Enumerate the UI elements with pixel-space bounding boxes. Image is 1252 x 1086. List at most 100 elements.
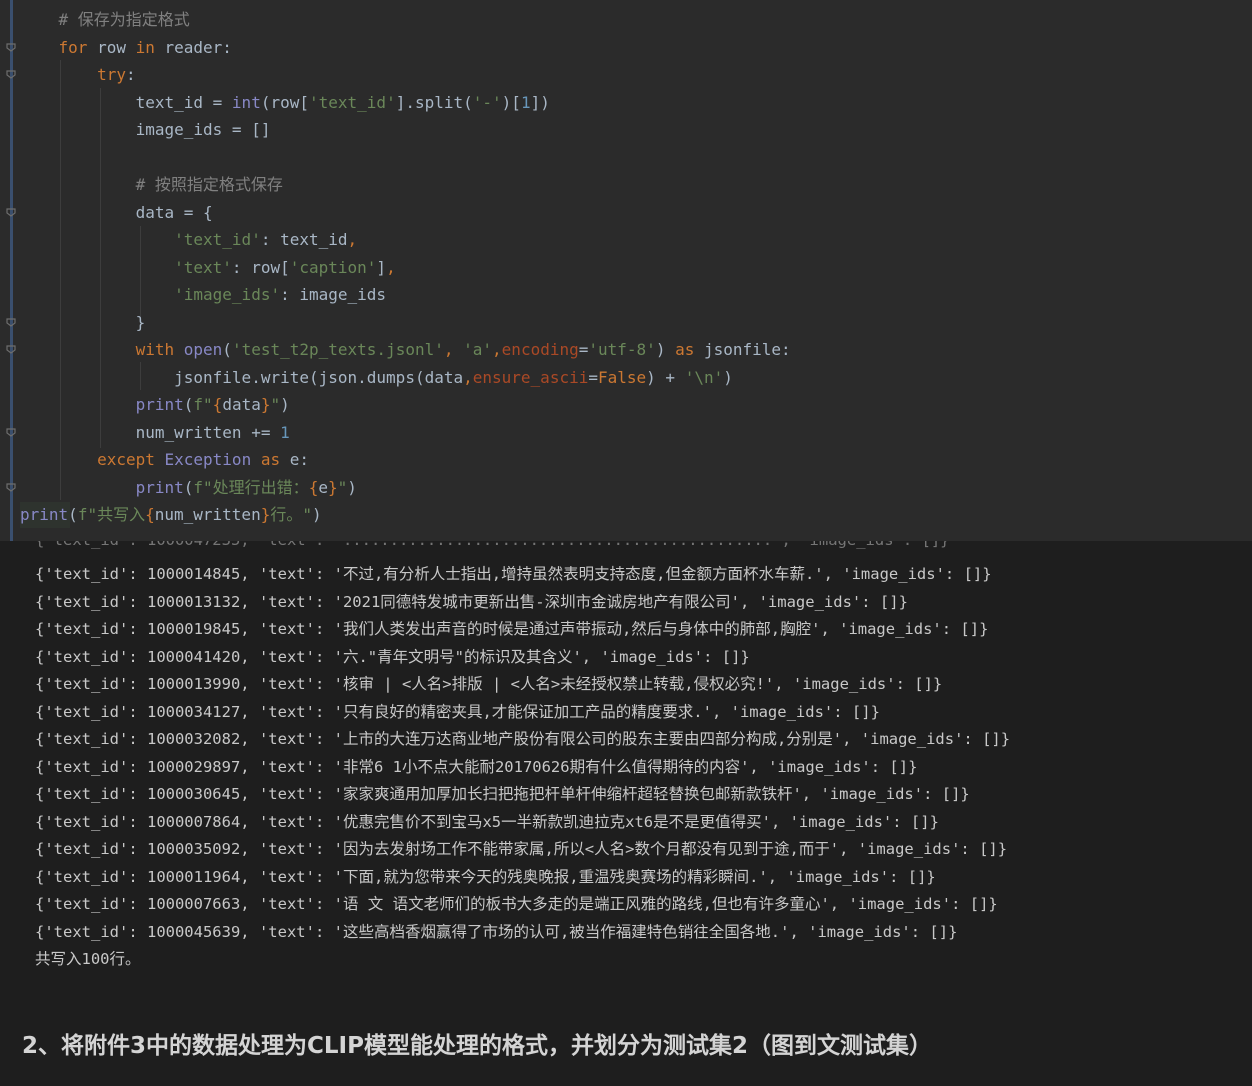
code-token: ].split( <box>395 92 473 112</box>
console-line: {'text_id': 1000007864, 'text': '优惠完售价不到… <box>35 812 939 831</box>
code-token: '\n' <box>684 367 724 387</box>
console-line: {'text_id': 1000007663, 'text': '语 文 语文老… <box>35 895 998 913</box>
code-line[interactable]: 'text': row['caption'], <box>20 255 396 281</box>
code-line[interactable]: image_ids = [] <box>20 117 271 143</box>
code-token: e <box>318 477 328 497</box>
console-line: {'text_id': 1000013990, 'text': '核审 | <人… <box>35 675 943 693</box>
code-token: : image_ids <box>280 285 387 304</box>
code-token: except <box>97 450 155 469</box>
code-token: , <box>463 367 473 387</box>
code-token: } <box>20 312 146 332</box>
code-line[interactable]: try: <box>20 62 136 88</box>
code-token: ) <box>280 395 290 414</box>
code-token: , <box>443 340 464 359</box>
code-line[interactable]: text_id = int(row['text_id'].split('-')[… <box>20 90 550 116</box>
console-line: {'text_id': 1000013132, 'text': '2021同德特… <box>35 592 908 611</box>
code-line[interactable]: num_written += 1 <box>20 420 290 446</box>
code-token: , <box>492 340 502 359</box>
fold-marker-icon[interactable] <box>6 207 16 217</box>
code-token: ) <box>655 340 676 359</box>
code-editor[interactable]: # 保存为指定格式 for row in reader: try: text_i… <box>0 0 1252 541</box>
code-token: ( <box>68 505 78 524</box>
code-token: try <box>97 65 126 84</box>
fold-marker-icon[interactable] <box>6 70 16 79</box>
code-token: 'text_id' <box>174 230 261 249</box>
code-token: print <box>135 395 184 414</box>
code-line[interactable]: data = { <box>20 200 213 226</box>
code-token: encoding <box>501 340 579 359</box>
code-token: { <box>308 477 319 497</box>
code-token: Exception <box>164 450 252 469</box>
code-token: 行。" <box>270 505 312 524</box>
code-token: " <box>337 477 348 497</box>
fold-marker-icon[interactable] <box>6 345 16 354</box>
code-token: 'a' <box>463 340 493 359</box>
gutter-change-bar <box>10 0 13 541</box>
code-token: ( <box>222 340 232 359</box>
console-line: {'text_id': 1000034127, 'text': '只有良好的精密… <box>35 702 880 721</box>
code-token: 'image_ids' <box>174 285 281 304</box>
code-token: } <box>260 505 271 524</box>
code-token: " <box>270 395 281 414</box>
code-token: open <box>183 340 223 359</box>
code-token: print <box>20 505 69 524</box>
code-line[interactable]: # 保存为指定格式 <box>20 7 190 33</box>
code-line[interactable]: 'image_ids': image_ids <box>20 282 386 308</box>
console-clipped-line: {'text_id': 1000047235, 'text': '.......… <box>35 541 950 553</box>
code-token: ) <box>723 367 733 387</box>
code-token: # 保存为指定格式 <box>20 10 190 29</box>
code-token: in <box>135 37 155 57</box>
code-token: ]) <box>530 92 550 112</box>
fold-marker-icon[interactable] <box>6 317 16 327</box>
code-token: ( <box>183 477 194 497</box>
code-token: 'caption' <box>289 257 377 277</box>
code-token: f" <box>193 395 213 414</box>
code-line[interactable]: for row in reader: <box>20 35 232 61</box>
code-token: num_written <box>154 505 261 524</box>
run-console[interactable]: {'text_id': 1000047235, 'text': '.......… <box>0 541 1252 986</box>
code-line[interactable]: print(f"{data}") <box>20 392 290 418</box>
code-line[interactable]: print(f"共写入{num_written}行。") <box>20 502 322 528</box>
code-token: { <box>145 505 155 524</box>
console-line: {'text_id': 1000029897, 'text': '非常6 1小不… <box>35 757 918 776</box>
code-token: 1 <box>280 422 290 442</box>
code-line[interactable]: jsonfile.write(json.dumps(data,ensure_as… <box>20 365 733 391</box>
code-token: : <box>125 65 136 84</box>
code-token: row <box>87 37 136 57</box>
console-line: {'text_id': 1000019845, 'text': '我们人类发出声… <box>35 620 989 638</box>
code-token: num_written += <box>20 422 281 442</box>
code-token: 'text' <box>174 257 232 277</box>
code-line[interactable]: } <box>20 310 146 336</box>
code-token: print <box>135 477 184 497</box>
code-line[interactable]: with open('test_t2p_texts.jsonl', 'a',en… <box>20 337 791 363</box>
code-token: for <box>58 37 88 57</box>
code-token: , <box>386 257 396 277</box>
code-line[interactable]: 'text_id': text_id, <box>20 227 357 253</box>
code-token: ) <box>311 505 322 524</box>
code-line[interactable]: except Exception as e: <box>20 447 309 473</box>
code-token: image_ids = [] <box>20 120 271 139</box>
fold-marker-icon[interactable] <box>6 482 16 492</box>
code-token: f"共写入 <box>77 505 146 524</box>
code-token: '-' <box>472 92 502 112</box>
code-token: data <box>222 395 261 414</box>
code-line[interactable]: # 按照指定格式保存 <box>20 172 283 198</box>
fold-marker-icon[interactable] <box>6 42 16 52</box>
code-token: } <box>327 477 338 497</box>
code-token: 1 <box>520 92 531 112</box>
code-token: jsonfile.write(json.dumps(data <box>20 367 464 387</box>
document-section: 2、将附件3中的数据处理为CLIP模型能处理的格式，并划分为测试集2（图到文测试… <box>0 986 1252 1086</box>
code-line[interactable]: print(f"处理行出错：{e}") <box>20 475 357 501</box>
code-token: f"处理行出错： <box>193 477 309 497</box>
console-line: {'text_id': 1000035092, 'text': '因为去发射场工… <box>35 840 1008 858</box>
fold-marker-icon[interactable] <box>6 427 16 437</box>
